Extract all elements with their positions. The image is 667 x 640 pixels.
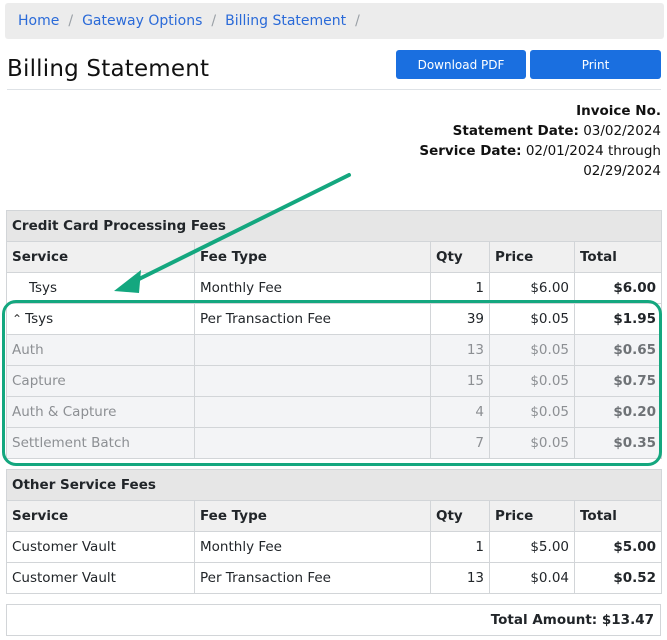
- row-qty: 13: [430, 562, 490, 594]
- col-price: Price: [489, 241, 575, 273]
- row-price: $6.00: [489, 272, 575, 304]
- statement-date-label: Statement Date:: [452, 123, 579, 139]
- credit-card-fees-table: Credit Card Processing Fees Service Fee …: [5, 210, 663, 459]
- row-total: $1.95: [573, 303, 663, 335]
- other-section-title: Other Service Fees: [5, 469, 663, 501]
- sub-qty: 15: [430, 365, 490, 397]
- col-qty: Qty: [430, 500, 490, 532]
- row-qty: 1: [430, 531, 490, 563]
- row-price: $5.00: [489, 531, 575, 563]
- service-date-end: 02/29/2024: [583, 163, 661, 179]
- row-qty: 39: [430, 303, 490, 335]
- sub-total: $0.20: [573, 396, 663, 428]
- table-row: Customer Vault Monthly Fee 1 $5.00 $5.00: [6, 531, 663, 563]
- other-service-fees-table: Other Service Fees Service Fee Type Qty …: [5, 469, 663, 594]
- col-fee-type: Fee Type: [194, 500, 431, 532]
- sub-qty: 4: [430, 396, 490, 428]
- breadcrumb-separator: /: [68, 13, 74, 29]
- col-service: Service: [6, 500, 195, 532]
- print-button[interactable]: Print: [530, 50, 661, 79]
- row-price: $0.05: [489, 303, 575, 335]
- statement-date-value: 03/02/2024: [583, 123, 661, 139]
- sub-fee-type: [194, 427, 431, 459]
- breadcrumb-billing-statement-link[interactable]: Billing Statement: [225, 13, 346, 29]
- breadcrumb-gateway-options-link[interactable]: Gateway Options: [82, 13, 202, 29]
- total-amount: Total Amount: $13.47: [6, 604, 661, 636]
- row-price: $0.04: [489, 562, 575, 594]
- sub-total: $0.65: [573, 334, 663, 366]
- table-row: Tsys Monthly Fee 1 $6.00 $6.00: [6, 272, 663, 304]
- row-qty: 1: [430, 272, 490, 304]
- sub-price: $0.05: [489, 427, 575, 459]
- sub-price: $0.05: [489, 365, 575, 397]
- row-fee-type: Monthly Fee: [194, 272, 431, 304]
- row-fee-type: Per Transaction Fee: [194, 562, 431, 594]
- download-pdf-button[interactable]: Download PDF: [396, 50, 526, 79]
- breadcrumb-home-link[interactable]: Home: [18, 13, 59, 29]
- col-price: Price: [489, 500, 575, 532]
- table-row-expandable[interactable]: ⌃ Tsys Per Transaction Fee 39 $0.05 $1.95: [6, 303, 663, 335]
- row-service: Tsys: [6, 272, 195, 304]
- breadcrumb: Home / Gateway Options / Billing Stateme…: [5, 3, 664, 39]
- section-header: Credit Card Processing Fees: [5, 210, 663, 242]
- sub-qty: 7: [430, 427, 490, 459]
- sub-price: $0.05: [489, 396, 575, 428]
- sub-price: $0.05: [489, 334, 575, 366]
- sub-row: Capture 15 $0.05 $0.75: [6, 365, 663, 397]
- sub-qty: 13: [430, 334, 490, 366]
- row-service[interactable]: ⌃ Tsys: [6, 303, 195, 335]
- row-total: $0.52: [573, 562, 663, 594]
- sub-row: Auth 13 $0.05 $0.65: [6, 334, 663, 366]
- total-amount-value: $13.47: [601, 612, 654, 628]
- row-total: $5.00: [573, 531, 663, 563]
- sub-fee-type: [194, 396, 431, 428]
- sub-service: Capture: [6, 365, 195, 397]
- sub-row: Settlement Batch 7 $0.05 $0.35: [6, 427, 663, 459]
- row-service: Customer Vault: [6, 531, 195, 563]
- col-fee-type: Fee Type: [194, 241, 431, 273]
- chevron-up-icon[interactable]: ⌃: [12, 312, 22, 326]
- col-total: Total: [573, 500, 663, 532]
- sub-service: Settlement Batch: [6, 427, 195, 459]
- sub-service: Auth: [6, 334, 195, 366]
- sub-service: Auth & Capture: [6, 396, 195, 428]
- sub-total: $0.75: [573, 365, 663, 397]
- sub-fee-type: [194, 334, 431, 366]
- service-date-start: 02/01/2024 through: [525, 143, 661, 159]
- invoice-info: Invoice No. Statement Date: 03/02/2024 S…: [419, 101, 661, 181]
- section-header: Other Service Fees: [5, 469, 663, 501]
- col-qty: Qty: [430, 241, 490, 273]
- table-row: Customer Vault Per Transaction Fee 13 $0…: [6, 562, 663, 594]
- column-header-row: Service Fee Type Qty Price Total: [6, 500, 663, 532]
- column-header-row: Service Fee Type Qty Price Total: [6, 241, 663, 273]
- row-fee-type: Per Transaction Fee: [194, 303, 431, 335]
- service-date-label: Service Date:: [419, 143, 522, 159]
- row-service: Customer Vault: [6, 562, 195, 594]
- sub-total: $0.35: [573, 427, 663, 459]
- title-divider: [7, 89, 661, 90]
- row-fee-type: Monthly Fee: [194, 531, 431, 563]
- row-total: $6.00: [573, 272, 663, 304]
- breadcrumb-separator: /: [211, 13, 217, 29]
- sub-row: Auth & Capture 4 $0.05 $0.20: [6, 396, 663, 428]
- invoice-no-label: Invoice No.: [576, 103, 661, 119]
- cc-section-title: Credit Card Processing Fees: [5, 210, 663, 242]
- col-service: Service: [6, 241, 195, 273]
- page-title: Billing Statement: [7, 56, 210, 82]
- sub-fee-type: [194, 365, 431, 397]
- total-amount-label: Total Amount:: [490, 612, 598, 628]
- col-total: Total: [573, 241, 663, 273]
- row-service-label: Tsys: [25, 311, 54, 327]
- breadcrumb-separator: /: [355, 13, 360, 29]
